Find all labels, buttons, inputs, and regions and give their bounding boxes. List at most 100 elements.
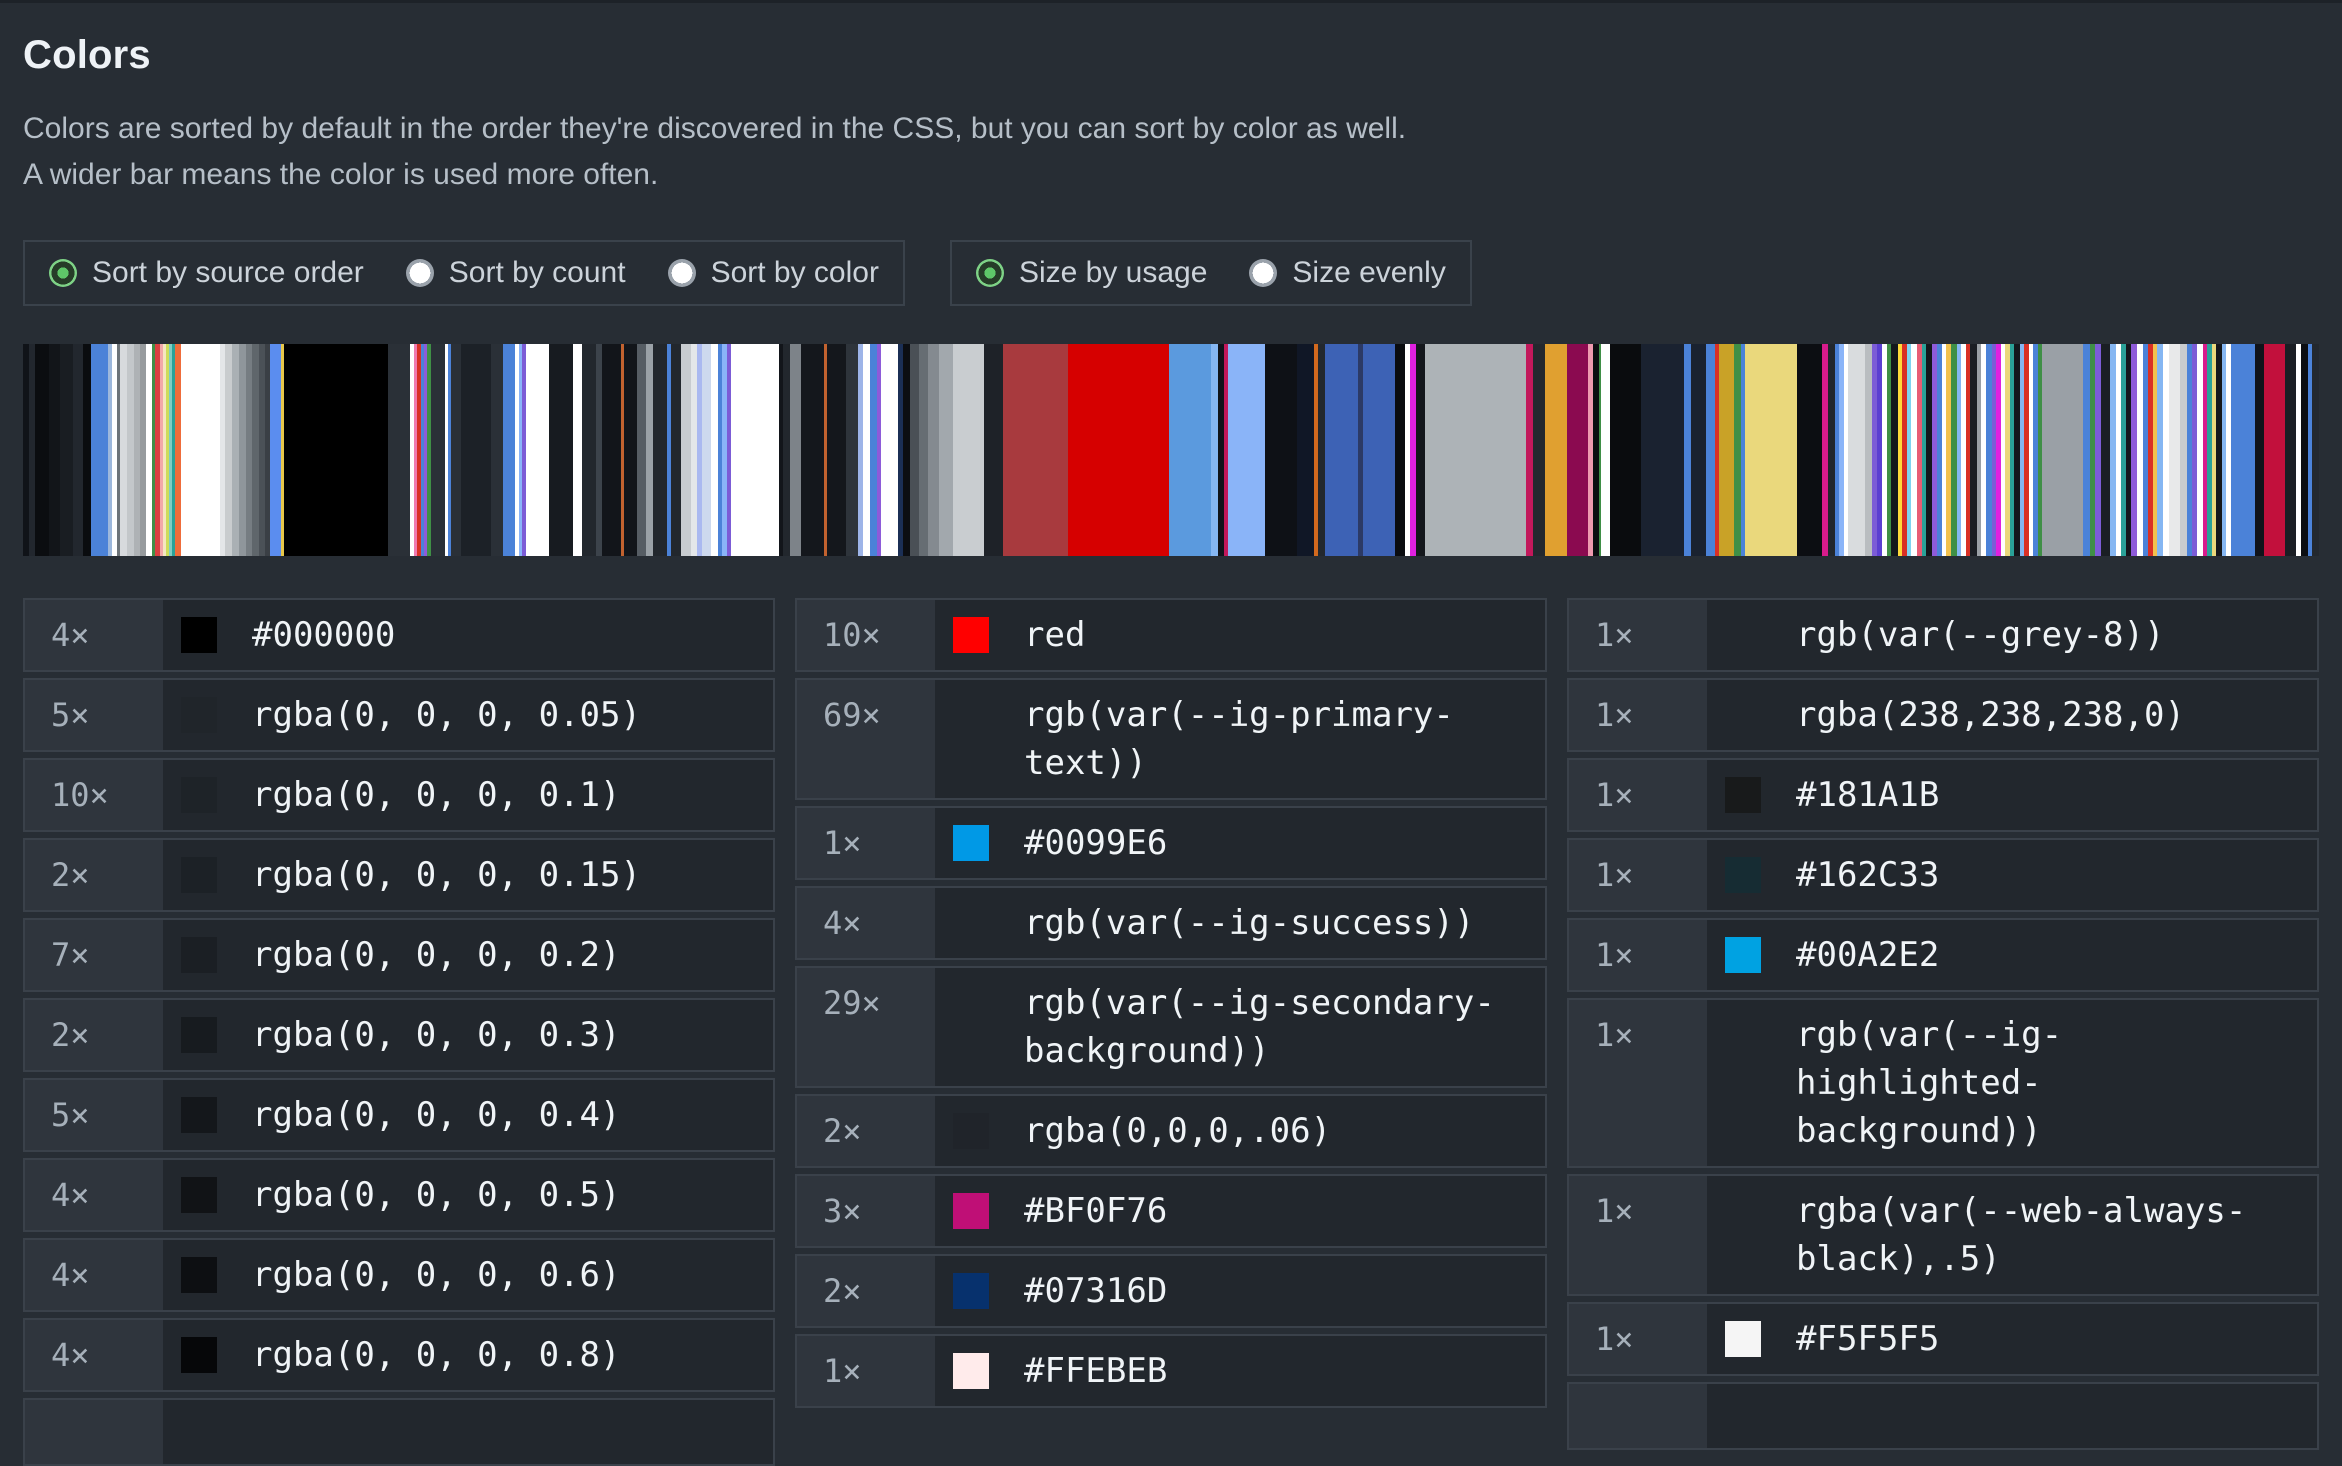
color-value-cell: #FFEBEB xyxy=(935,1336,1545,1406)
color-value: #00A2E2 xyxy=(1796,931,1939,979)
color-count: 4× xyxy=(25,600,163,670)
color-bar-stripe xyxy=(846,344,857,556)
radio-option-sort-by-count[interactable]: Sort by count xyxy=(406,256,626,290)
color-bar-stripe xyxy=(596,344,603,556)
color-bar-stripe xyxy=(1719,344,1734,556)
color-row: 1× #181A1B xyxy=(1567,758,2319,832)
color-bar-stripe xyxy=(801,344,824,556)
description: Colors are sorted by default in the orde… xyxy=(23,106,2319,198)
color-swatch xyxy=(953,825,989,861)
color-value: rgba(0, 0, 0, 0.8) xyxy=(252,1331,620,1379)
color-value-cell: rgba(0, 0, 0, 0.2) xyxy=(163,920,773,990)
color-bar-stripe xyxy=(1545,344,1566,556)
color-row: 4× #000000 xyxy=(23,598,775,672)
size-options-group: Size by usage Size evenly xyxy=(950,240,1472,306)
color-bar-stripe xyxy=(1865,344,1872,556)
color-count: 69× xyxy=(797,680,935,798)
color-swatch xyxy=(181,937,217,973)
color-list-column-2: 10× red 69× rgb(var(--ig-primary-text)) … xyxy=(795,598,1547,1408)
color-value-cell: rgb(var(--grey-8)) xyxy=(1707,600,2317,670)
radio-option-size-evenly[interactable]: Size evenly xyxy=(1249,256,1445,290)
radio-option-size-by-usage[interactable]: Size by usage xyxy=(976,256,1207,290)
color-value-cell: #BF0F76 xyxy=(935,1176,1545,1246)
color-count: 1× xyxy=(1569,920,1707,990)
color-value: #FFEBEB xyxy=(1024,1347,1167,1395)
color-value: rgba(0, 0, 0, 0.1) xyxy=(252,771,620,819)
color-count: 29× xyxy=(797,968,935,1086)
color-bar-stripe xyxy=(284,344,388,556)
radio-option-sort-by-color[interactable]: Sort by color xyxy=(668,256,879,290)
color-value-cell xyxy=(1707,1384,2317,1448)
color-bar-stripe xyxy=(681,344,690,556)
color-bar-stripe xyxy=(602,344,620,556)
color-count xyxy=(25,1400,163,1464)
color-bar-stripe xyxy=(1601,344,1610,556)
color-value-cell: rgba(var(--web-always-black),.5) xyxy=(1707,1176,2317,1294)
colors-panel: Colors Colors are sorted by default in t… xyxy=(0,33,2342,1466)
color-swatch xyxy=(953,1113,989,1149)
color-bar-stripe xyxy=(1526,344,1533,556)
color-row: 10× rgba(0, 0, 0, 0.1) xyxy=(23,758,775,832)
radio-option-sort-by-source-order[interactable]: Sort by source order xyxy=(49,256,364,290)
color-bar-stripe xyxy=(582,344,596,556)
color-bar-stripe xyxy=(2285,344,2296,556)
color-bar-stripe xyxy=(134,344,141,556)
color-bar-stripe xyxy=(1745,344,1797,556)
color-bar-stripe xyxy=(939,344,953,556)
color-row: 2× rgba(0, 0, 0, 0.3) xyxy=(23,998,775,1072)
color-bar-stripe xyxy=(232,344,239,556)
color-bar-stripe xyxy=(1416,344,1425,556)
color-bar-stripe xyxy=(1641,344,1684,556)
radio-size-evenly[interactable] xyxy=(1249,259,1277,287)
radio-label: Sort by count xyxy=(449,256,626,290)
color-swatch xyxy=(1725,1017,1761,1053)
color-bar-stripe xyxy=(1211,344,1218,556)
color-bar-stripe xyxy=(671,344,681,556)
color-swatch xyxy=(1725,857,1761,893)
radio-label: Sort by color xyxy=(711,256,879,290)
color-bar-stripe xyxy=(2180,344,2187,556)
color-swatch xyxy=(1725,937,1761,973)
color-bar-stripe xyxy=(2301,344,2308,556)
color-bar-stripe xyxy=(1363,344,1396,556)
radio-sort-by-color[interactable] xyxy=(668,259,696,287)
color-bar-stripe xyxy=(549,344,573,556)
color-swatch xyxy=(1725,1193,1761,1229)
color-bar-stripe xyxy=(2264,344,2285,556)
color-bar-stripe xyxy=(491,344,503,556)
color-bar-stripe xyxy=(60,344,72,556)
color-bar-stripe xyxy=(2231,344,2255,556)
color-swatch xyxy=(953,1193,989,1229)
color-swatch xyxy=(181,1097,217,1133)
color-row: 1× #F5F5F5 xyxy=(1567,1302,2319,1376)
color-row: 1× #00A2E2 xyxy=(1567,918,2319,992)
radio-size-by-usage[interactable] xyxy=(976,259,1004,287)
color-value-cell: rgb(var(--ig-primary-text)) xyxy=(935,680,1545,798)
color-row xyxy=(1567,1382,2319,1450)
color-bar-stripe xyxy=(83,344,91,556)
color-row: 1× rgba(238,238,238,0) xyxy=(1567,678,2319,752)
color-bar-stripe xyxy=(1265,344,1297,556)
color-swatch xyxy=(1725,1321,1761,1357)
color-bar-stripe xyxy=(2169,344,2180,556)
color-value: rgba(0, 0, 0, 0.4) xyxy=(252,1091,620,1139)
color-count: 4× xyxy=(797,888,935,958)
color-bar-stripe xyxy=(388,344,411,556)
color-bar-stripe xyxy=(1734,344,1741,556)
color-value-cell: rgba(0,0,0,.06) xyxy=(935,1096,1545,1166)
color-value-cell: #000000 xyxy=(163,600,773,670)
color-bar-stripe xyxy=(646,344,653,556)
radio-sort-by-count[interactable] xyxy=(406,259,434,287)
color-value-cell: rgb(var(--ig-secondary-background)) xyxy=(935,968,1545,1086)
color-row: 1× rgba(var(--web-always-black),.5) xyxy=(1567,1174,2319,1296)
color-count: 4× xyxy=(25,1160,163,1230)
color-value: rgb(var(--ig-secondary-background)) xyxy=(1024,979,1514,1075)
color-value-cell: rgba(238,238,238,0) xyxy=(1707,680,2317,750)
color-bar-stripe xyxy=(1395,344,1405,556)
radio-sort-by-source-order[interactable] xyxy=(49,259,77,287)
color-swatch xyxy=(1725,1401,1761,1437)
color-bar-stripe xyxy=(2042,344,2083,556)
color-bar-stripe xyxy=(790,344,801,556)
color-bar-stripe xyxy=(953,344,985,556)
color-swatch xyxy=(953,617,989,653)
